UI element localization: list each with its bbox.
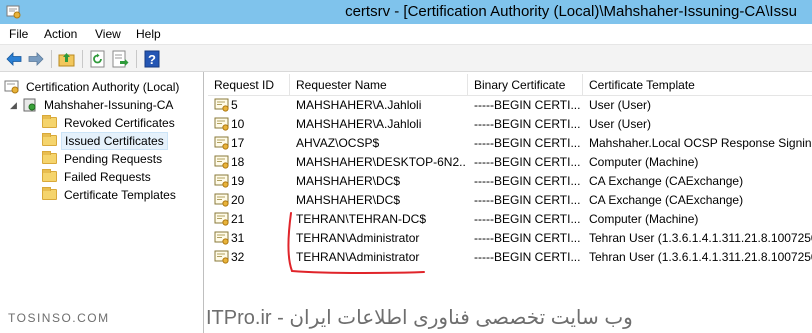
certificate-icon: [214, 174, 229, 188]
certificate-icon: [214, 98, 229, 112]
cell-request-id: 17: [231, 136, 245, 150]
cell-requester-name: MAHSHAHER\DC$: [296, 174, 401, 188]
watermark-left: TOSINSO.COM: [8, 311, 110, 325]
cell-certificate-template: User (User): [589, 98, 651, 112]
cell-certificate-template: CA Exchange (CAExchange): [589, 174, 744, 188]
up-folder-icon[interactable]: [57, 49, 77, 69]
table-row[interactable]: 5 MAHSHAHER\A.Jahloli -----BEGIN CERTI... U…: [208, 96, 812, 115]
menu-bar: File Action View Help: [0, 24, 812, 44]
cell-binary-certificate: -----BEGIN CERTI...: [474, 231, 581, 245]
cell-binary-certificate: -----BEGIN CERTI...: [474, 250, 581, 264]
cell-requester-name: TEHRAN\TEHRAN-DC$: [296, 212, 427, 226]
cell-certificate-template: User (User): [589, 117, 651, 131]
toolbar-separator: [136, 50, 137, 68]
cell-requester-name: MAHSHAHER\A.Jahloli: [296, 117, 422, 131]
tree-item-label: Failed Requests: [64, 170, 151, 184]
certificate-list: Request ID Requester Name Binary Certifi…: [208, 72, 812, 333]
cell-request-id: 31: [231, 231, 245, 245]
help-icon[interactable]: ?: [142, 49, 162, 69]
table-row[interactable]: 21 TEHRAN\TEHRAN-DC$ -----BEGIN CERTI... Co…: [208, 210, 812, 229]
watermark-right: وب سایت تخصصی فناوری اطلاعات ایران - ITP…: [206, 307, 633, 329]
cell-request-id: 10: [231, 117, 245, 131]
certificate-authority-icon: [4, 80, 19, 94]
tree-item-label: Revoked Certificates: [64, 116, 175, 130]
cell-request-id: 18: [231, 155, 245, 169]
window-title: certsrv - [Certification Authority (Loca…: [345, 3, 797, 20]
cell-request-id: 20: [231, 193, 245, 207]
table-row[interactable]: 31 TEHRAN\Administrator -----BEGIN CERTI..…: [208, 229, 812, 248]
folder-icon: [42, 187, 57, 200]
toolbar-separator: [82, 50, 83, 68]
column-header-certificate-template[interactable]: Certificate Template: [583, 74, 812, 96]
table-row[interactable]: 18 MAHSHAHER\DESKTOP-6N2... -----BEGIN CER…: [208, 153, 812, 172]
tree-item-label: Certificate Templates: [64, 188, 176, 202]
refresh-icon[interactable]: [88, 49, 108, 69]
cell-certificate-template: Tehran User (1.3.6.1.4.1.311.21.8.100725…: [589, 231, 812, 245]
folder-icon: [42, 115, 57, 128]
cell-certificate-template: Computer (Machine): [589, 155, 699, 169]
cell-requester-name: AHVAZ\OCSP$: [296, 136, 380, 150]
table-row[interactable]: 10 MAHSHAHER\A.Jahloli -----BEGIN CERTI...…: [208, 115, 812, 134]
svg-text:?: ?: [148, 52, 156, 67]
back-arrow-icon[interactable]: [4, 49, 24, 69]
cell-request-id: 19: [231, 174, 245, 188]
cell-binary-certificate: -----BEGIN CERTI...: [474, 136, 581, 150]
cell-binary-certificate: -----BEGIN CERTI...: [474, 193, 581, 207]
certificate-icon: [214, 117, 229, 131]
menu-action[interactable]: Action: [44, 26, 77, 42]
cell-binary-certificate: -----BEGIN CERTI...: [474, 155, 581, 169]
folder-icon: [42, 151, 57, 164]
cell-request-id: 5: [231, 98, 238, 112]
column-header-requester-name[interactable]: Requester Name: [290, 74, 468, 96]
list-header: Request ID Requester Name Binary Certifi…: [208, 74, 812, 96]
certificate-icon: [214, 155, 229, 169]
cell-binary-certificate: -----BEGIN CERTI...: [474, 174, 581, 188]
column-header-binary-certificate[interactable]: Binary Certificate: [468, 74, 583, 96]
cell-binary-certificate: -----BEGIN CERTI...: [474, 117, 581, 131]
cell-certificate-template: Tehran User (1.3.6.1.4.1.311.21.8.100725…: [589, 250, 812, 264]
table-row[interactable]: 32 TEHRAN\Administrator -----BEGIN CERTI..…: [208, 248, 812, 267]
toolbar-separator: [51, 50, 52, 68]
folder-icon: [42, 169, 57, 182]
title-bar: certsrv - [Certification Authority (Loca…: [0, 0, 812, 24]
tree-item-label: Issued Certificates: [61, 132, 168, 150]
certificate-icon: [214, 231, 229, 245]
console-tree: Certification Authority (Local) ◢ Mahsha…: [0, 72, 204, 333]
cell-certificate-template: Computer (Machine): [589, 212, 699, 226]
cell-requester-name: TEHRAN\Administrator: [296, 250, 420, 264]
export-list-icon[interactable]: [110, 49, 130, 69]
tree-item-label: Pending Requests: [64, 152, 163, 166]
toolbar: ?: [0, 44, 812, 72]
menu-file[interactable]: File: [9, 26, 28, 42]
forward-arrow-icon[interactable]: [26, 49, 46, 69]
cell-requester-name: TEHRAN\Administrator: [296, 231, 420, 245]
cell-binary-certificate: -----BEGIN CERTI...: [474, 212, 581, 226]
tree-ca-label: Mahshaher-Issuning-CA: [44, 98, 174, 112]
cell-certificate-template: CA Exchange (CAExchange): [589, 193, 744, 207]
ca-server-icon: [23, 98, 36, 112]
table-row[interactable]: 20 MAHSHAHER\DC$ -----BEGIN CERTI... CA Exc…: [208, 191, 812, 210]
menu-view[interactable]: View: [95, 26, 121, 42]
certificate-icon: [214, 136, 229, 150]
table-row[interactable]: 17 AHVAZ\OCSP$ -----BEGIN CERTI... Mahshahe…: [208, 134, 812, 153]
cell-requester-name: MAHSHAHER\DESKTOP-6N2...: [296, 155, 466, 169]
cell-requester-name: MAHSHAHER\DC$: [296, 193, 401, 207]
cell-binary-certificate: -----BEGIN CERTI...: [474, 98, 581, 112]
certificate-icon: [214, 212, 229, 226]
tree-root-label: Certification Authority (Local): [26, 80, 180, 94]
table-row[interactable]: 19 MAHSHAHER\DC$ -----BEGIN CERTI... CA Exc…: [208, 172, 812, 191]
cell-request-id: 32: [231, 250, 245, 264]
column-header-request-id[interactable]: Request ID: [208, 74, 290, 96]
certificate-icon: [214, 193, 229, 207]
certificate-icon: [214, 250, 229, 264]
folder-icon: [42, 133, 57, 146]
cell-certificate-template: Mahshaher.Local OCSP Response Signing (: [589, 136, 812, 150]
cell-requester-name: MAHSHAHER\A.Jahloli: [296, 98, 422, 112]
cell-request-id: 21: [231, 212, 245, 226]
menu-help[interactable]: Help: [136, 26, 161, 42]
collapse-arrow-icon[interactable]: ◢: [10, 96, 17, 114]
